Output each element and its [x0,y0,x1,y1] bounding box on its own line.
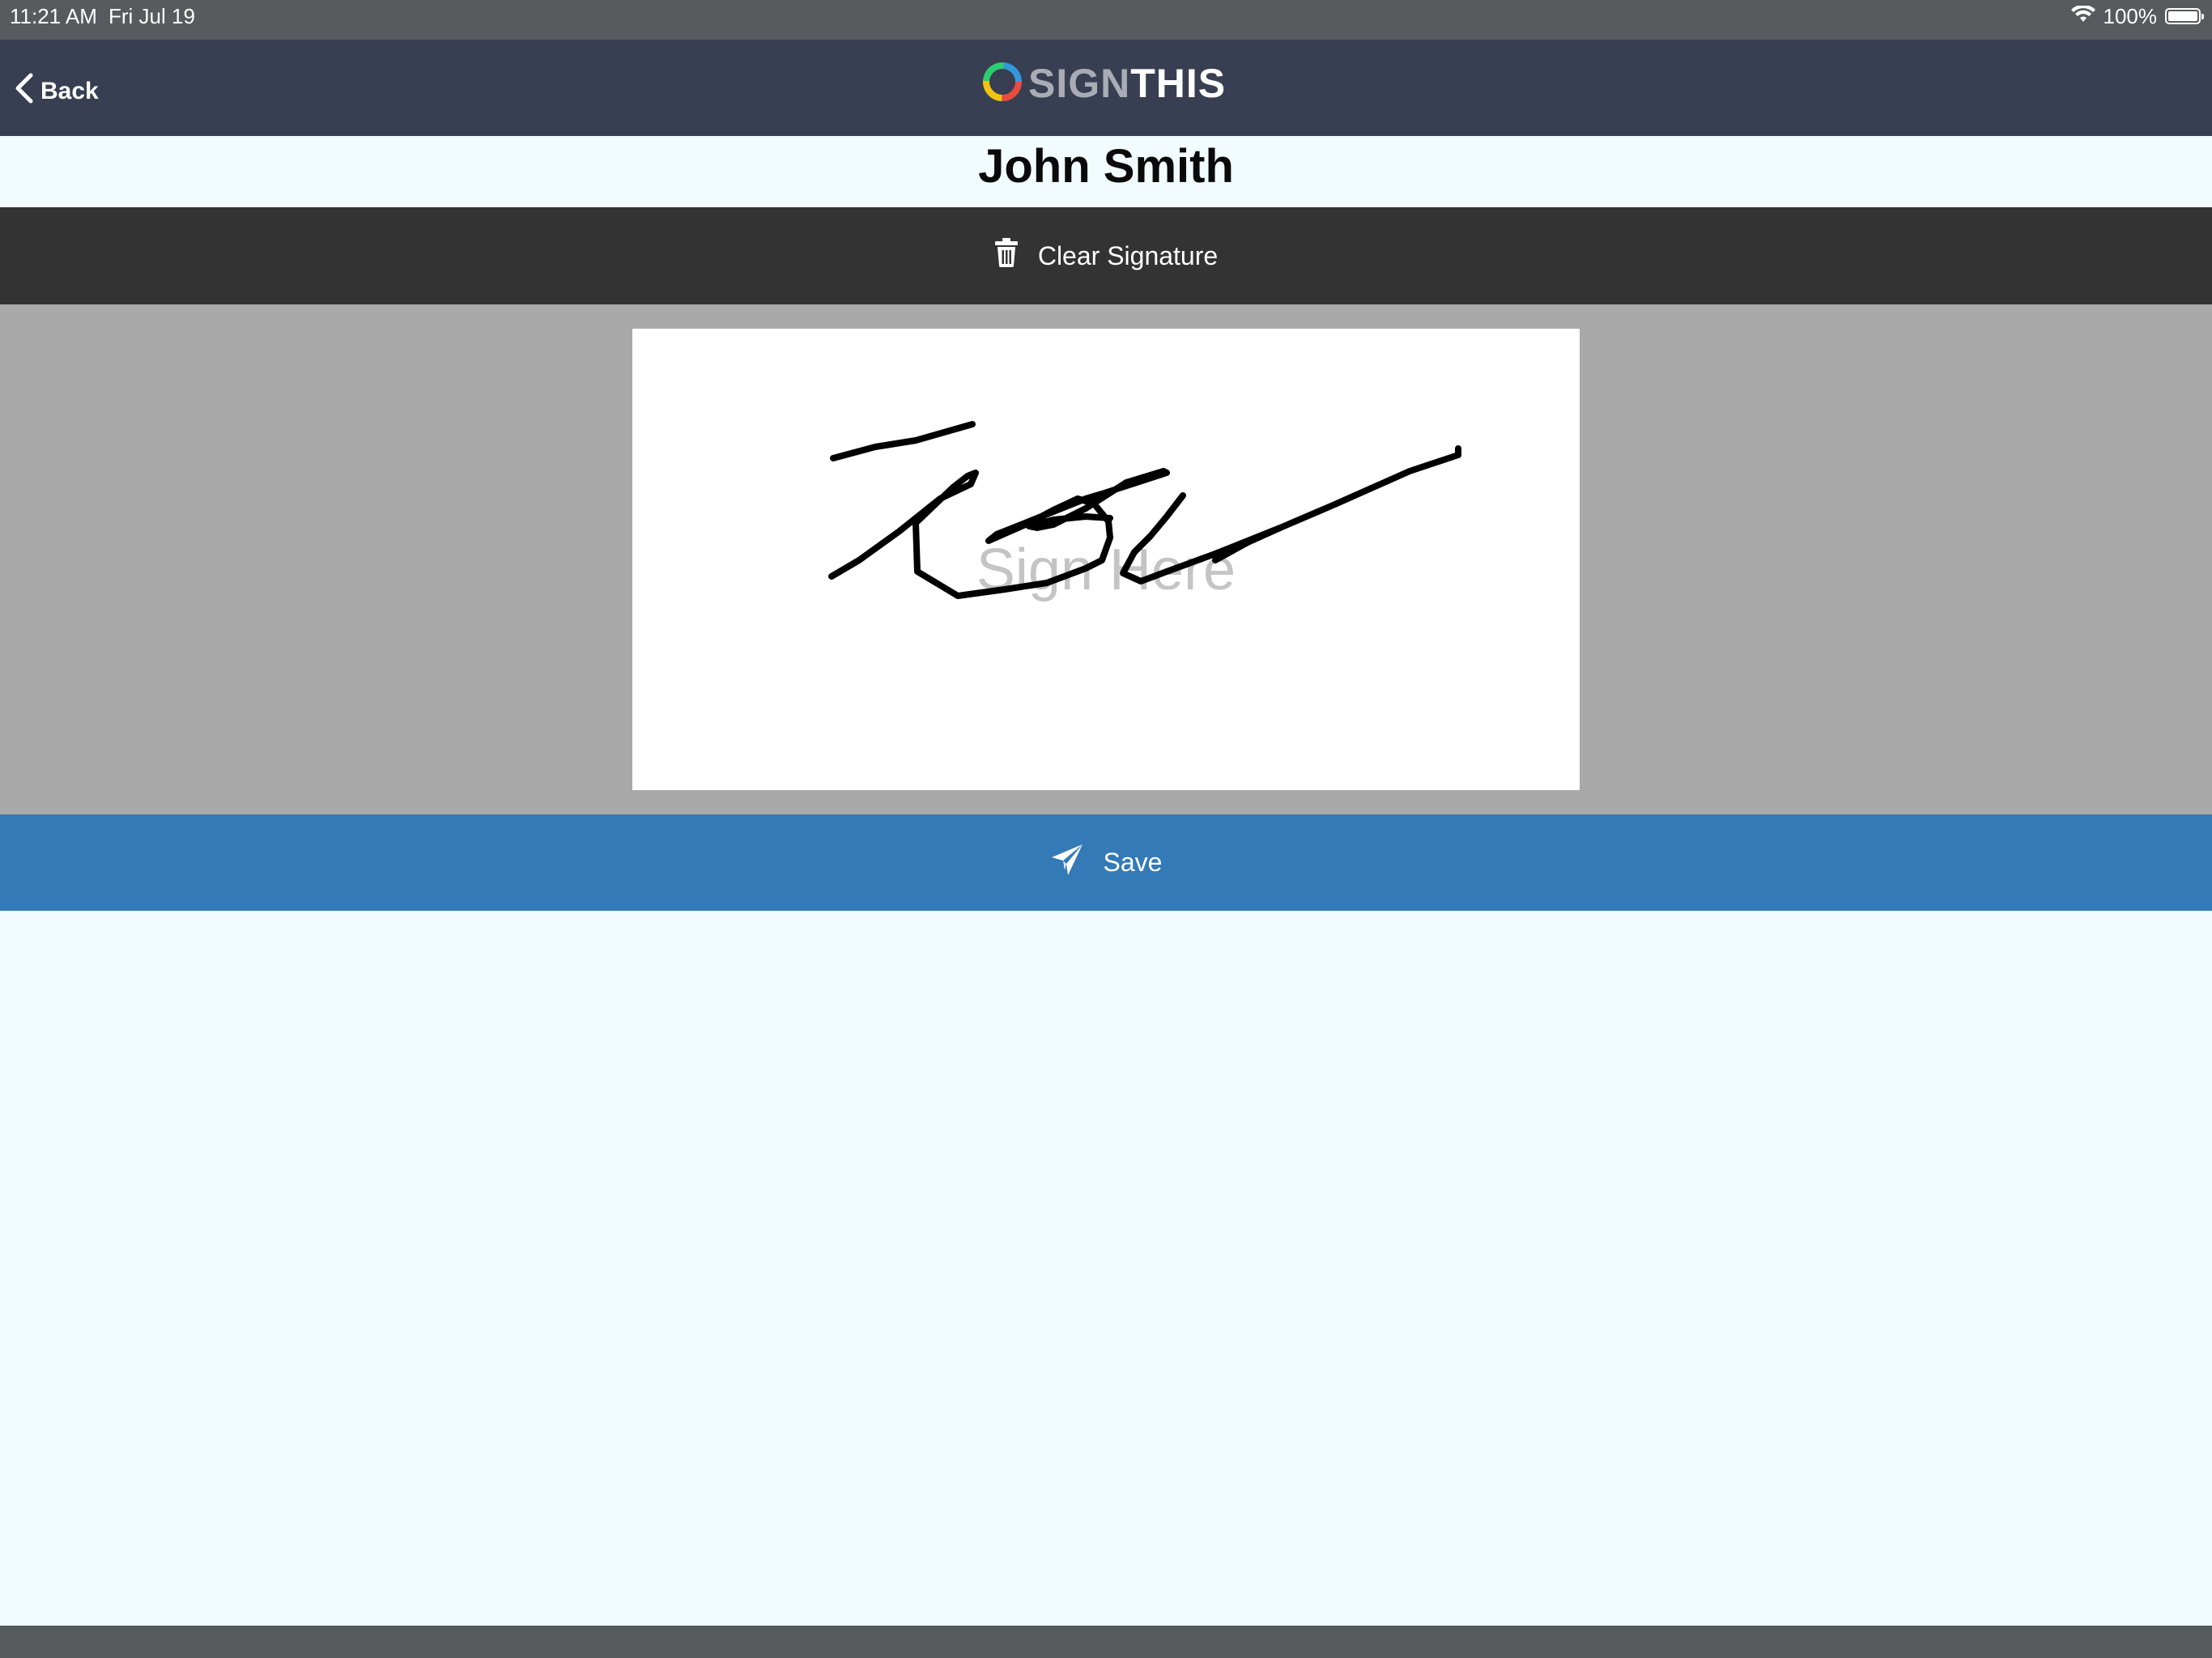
bottom-bar [0,1626,2212,1658]
status-indicators: 100% [2070,0,2204,32]
nav-bar: Back SIGN THIS [0,40,2212,136]
save-button[interactable]: Save [0,814,2212,911]
battery-percent: 100% [2103,4,2158,28]
back-label: Back [40,78,99,104]
wifi-icon [2070,0,2095,32]
back-button[interactable]: Back [13,72,99,111]
logo-swirl-icon [981,61,1023,107]
signature-pad-area: Sign Here [0,304,2212,814]
clear-signature-label: Clear Signature [1037,240,1219,270]
chevron-left-icon [13,72,34,111]
status-time: 11:21 AM [10,4,97,28]
signer-header: John Smith [0,136,2212,207]
status-date: Fri Jul 19 [108,4,195,28]
signer-name: John Smith [978,140,1234,193]
paper-plane-icon [1050,843,1084,883]
clear-signature-button[interactable]: Clear Signature [0,207,2212,304]
trash-icon [994,238,1019,274]
logo-text-this: THIS [1130,61,1227,106]
signature-drawing [828,421,1461,599]
signature-pad[interactable]: Sign Here [632,329,1580,790]
battery-icon [2165,8,2204,24]
status-bar: 11:21 AM Fri Jul 19 100% [0,0,2212,40]
signthis-logo: SIGN THIS [981,59,1226,108]
save-label: Save [1103,848,1163,877]
logo-text-sign: SIGN [1028,61,1131,106]
